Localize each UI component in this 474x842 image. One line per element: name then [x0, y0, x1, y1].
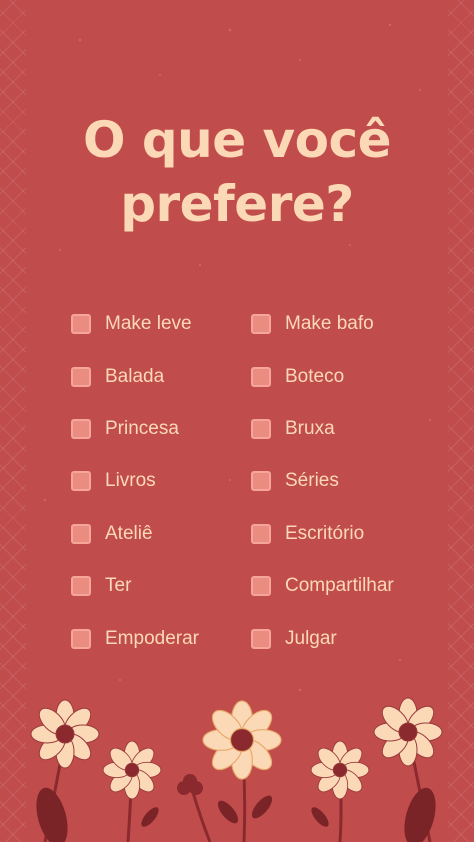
option-livros[interactable]: Livros	[71, 455, 271, 507]
checkbox[interactable]	[71, 576, 91, 597]
option-label: Livros	[105, 470, 156, 492]
option-label: Ateliê	[105, 522, 153, 544]
option-label: Balada	[105, 365, 165, 387]
option-label: Empoderar	[105, 627, 199, 649]
option-princesa[interactable]: Princesa	[71, 403, 271, 455]
checkbox[interactable]	[251, 366, 271, 387]
option-label: Princesa	[105, 417, 179, 439]
checkbox[interactable]	[251, 523, 271, 544]
option-label: Séries	[285, 470, 339, 492]
checkbox[interactable]	[71, 628, 91, 649]
option-make-bafo[interactable]: Make bafo	[251, 298, 451, 350]
option-series[interactable]: Séries	[251, 455, 451, 507]
option-compartilhar[interactable]: Compartilhar	[251, 560, 451, 612]
option-boteco[interactable]: Boteco	[251, 350, 451, 402]
checkbox[interactable]	[71, 418, 91, 439]
option-label: Make leve	[105, 313, 192, 335]
option-label: Ter	[105, 575, 132, 597]
options-column-right: Make bafo Boteco Bruxa Séries Escritório…	[251, 298, 451, 665]
checkbox[interactable]	[71, 523, 91, 544]
checkbox[interactable]	[251, 628, 271, 649]
checkbox[interactable]	[251, 314, 271, 335]
option-empoderar[interactable]: Empoderar	[71, 612, 271, 664]
option-ter[interactable]: Ter	[71, 560, 271, 612]
option-label: Boteco	[285, 365, 345, 387]
option-escritorio[interactable]: Escritório	[251, 508, 451, 560]
option-atelie[interactable]: Ateliê	[71, 508, 271, 560]
page-title: O que você prefere?	[0, 108, 474, 236]
options-column-left: Make leve Balada Princesa Livros Ateliê …	[71, 298, 271, 665]
checkbox[interactable]	[71, 471, 91, 492]
checkbox[interactable]	[71, 366, 91, 387]
checkbox[interactable]	[251, 471, 271, 492]
checkbox[interactable]	[71, 314, 91, 335]
checkbox[interactable]	[251, 576, 271, 597]
option-label: Make bafo	[285, 313, 374, 335]
checkbox[interactable]	[251, 418, 271, 439]
option-bruxa[interactable]: Bruxa	[251, 403, 451, 455]
title-line-1: O que você	[82, 111, 392, 169]
option-julgar[interactable]: Julgar	[251, 612, 451, 664]
option-balada[interactable]: Balada	[71, 350, 271, 402]
option-label: Compartilhar	[285, 575, 394, 597]
option-label: Julgar	[285, 627, 337, 649]
flowers-decoration	[30, 697, 443, 842]
option-label: Escritório	[285, 522, 365, 544]
option-label: Bruxa	[285, 417, 335, 439]
title-line-2: prefere?	[120, 175, 354, 233]
option-make-leve[interactable]: Make leve	[71, 298, 271, 350]
